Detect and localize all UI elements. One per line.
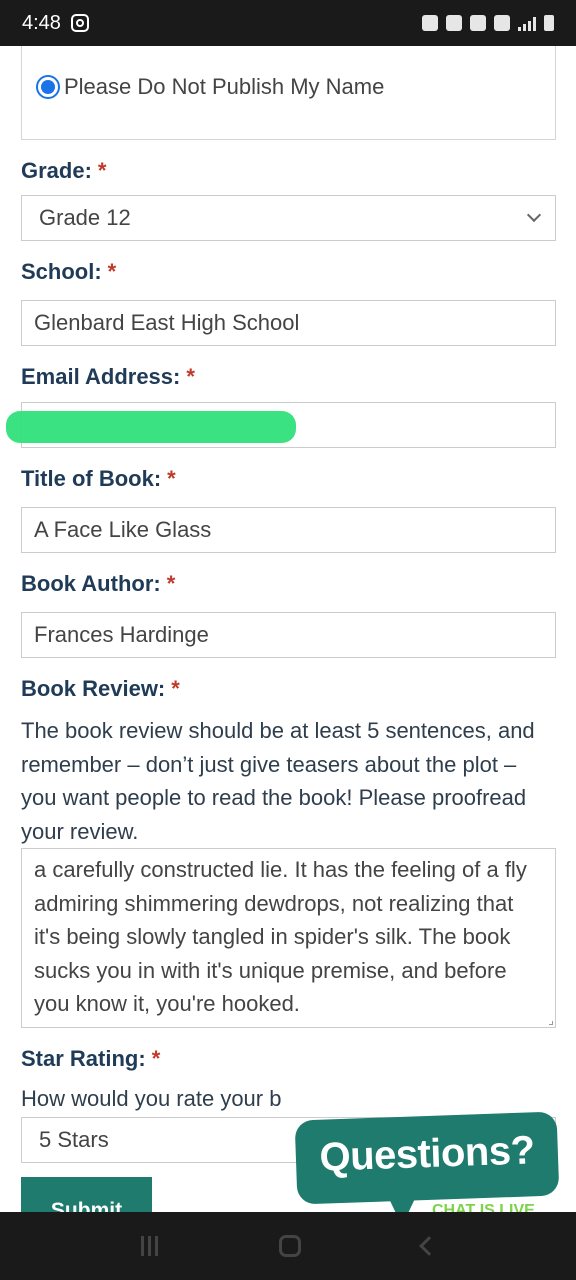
- email-label-text: Email Address:: [21, 364, 181, 389]
- review-label-text: Book Review:: [21, 676, 166, 701]
- review-label: Book Review: *: [21, 676, 180, 702]
- recents-icon[interactable]: [140, 1236, 158, 1256]
- required-marker: *: [107, 259, 117, 284]
- grade-select[interactable]: Grade 12: [21, 195, 556, 241]
- chat-bubble-tail: [384, 1188, 420, 1212]
- back-icon[interactable]: [418, 1236, 439, 1256]
- signal-icon: [518, 15, 536, 31]
- required-marker: *: [186, 364, 195, 389]
- chevron-down-icon: [526, 207, 542, 223]
- school-label: School: *: [21, 259, 116, 285]
- rating-value: 5 Stars: [39, 1127, 109, 1152]
- mute-icon: [470, 15, 486, 31]
- grade-label: Grade: *: [21, 158, 106, 184]
- name-option-label: Please Do Not Publish My Name: [64, 74, 385, 99]
- submit-button[interactable]: Submit: [21, 1177, 152, 1212]
- rating-question: How would you rate your b: [21, 1086, 282, 1111]
- required-marker: *: [166, 571, 176, 596]
- instagram-icon: [70, 14, 89, 32]
- title-label: Title of Book: *: [21, 466, 176, 492]
- school-input[interactable]: Glenbard East High School: [21, 300, 556, 346]
- alarm-icon: [446, 15, 462, 31]
- title-label-text: Title of Book:: [21, 466, 162, 491]
- school-label-text: School:: [21, 259, 102, 284]
- book-author-value: Frances Hardinge: [34, 622, 209, 647]
- resize-handle-icon[interactable]: [549, 1021, 553, 1025]
- name-option-row[interactable]: Please Do Not Publish My Name: [36, 74, 384, 100]
- author-label-text: Book Author:: [21, 571, 161, 596]
- status-time: 4:48: [22, 11, 61, 34]
- required-marker: *: [151, 1046, 161, 1071]
- rating-label: Star Rating: *: [21, 1046, 160, 1072]
- chat-title: Questions?: [318, 1128, 536, 1180]
- review-help-text: The book review should be at least 5 sen…: [21, 718, 535, 844]
- book-author-input[interactable]: Frances Hardinge: [21, 612, 556, 658]
- grade-value: Grade 12: [39, 205, 131, 230]
- book-title-value: A Face Like Glass: [34, 517, 212, 542]
- redaction-mark: [6, 411, 296, 443]
- email-label: Email Address: *: [21, 364, 195, 390]
- rating-label-text: Star Rating:: [21, 1046, 146, 1071]
- status-bar: 4:48: [0, 0, 576, 46]
- battery-icon: [544, 15, 554, 31]
- navigation-bar: [0, 1212, 576, 1280]
- name-options-box: Please Do Not Publish My Name: [21, 46, 556, 140]
- wifi-icon: [494, 15, 510, 31]
- author-label: Book Author: *: [21, 571, 175, 597]
- home-icon[interactable]: [278, 1235, 301, 1257]
- book-title-input[interactable]: A Face Like Glass: [21, 507, 556, 553]
- form-content: Please Do Not Publish My Name Grade: * Gr…: [0, 46, 576, 1212]
- lock-icon: [422, 15, 438, 31]
- status-icons: [422, 15, 554, 31]
- chat-status: CHAT IS LIVE: [432, 1202, 535, 1212]
- required-marker: *: [97, 158, 107, 183]
- review-textarea[interactable]: a carefully constructed lie. It has the …: [21, 848, 556, 1028]
- grade-label-text: Grade:: [21, 158, 92, 183]
- status-left: 4:48: [22, 12, 89, 35]
- school-value: Glenbard East High School: [34, 310, 300, 335]
- chat-widget[interactable]: Questions? CHAT IS LIVE: [294, 1111, 560, 1212]
- radio-selected-icon[interactable]: [36, 75, 60, 99]
- required-marker: *: [167, 466, 176, 491]
- review-text: a carefully constructed lie. It has the …: [34, 857, 527, 1016]
- required-marker: *: [171, 676, 180, 701]
